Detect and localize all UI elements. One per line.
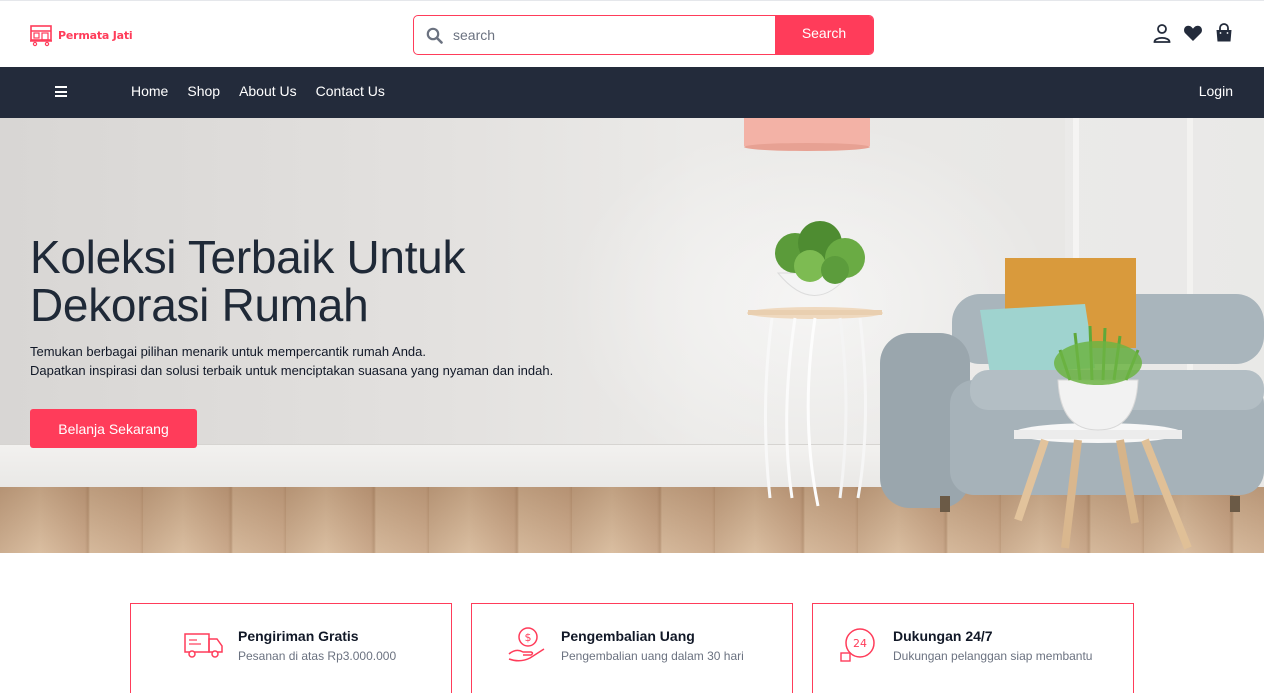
search-icon [426, 27, 443, 44]
login-link[interactable]: Login [1199, 83, 1233, 99]
features-row: Pengiriman Gratis Pesanan di atas Rp3.00… [130, 603, 1134, 693]
feature-card-free-shipping: Pengiriman Gratis Pesanan di atas Rp3.00… [130, 603, 452, 693]
feature-subtitle: Pengembalian uang dalam 30 hari [561, 649, 744, 663]
feature-title: Pengembalian Uang [561, 628, 695, 644]
search-input[interactable] [453, 27, 753, 43]
search-button[interactable]: Search [775, 16, 873, 54]
hero-description-line-2: Dapatkan inspirasi dan solusi terbaik un… [30, 363, 554, 378]
feature-subtitle: Pesanan di atas Rp3.000.000 [238, 649, 397, 663]
feature-subtitle: Dukungan pelanggan siap membantu [893, 649, 1093, 663]
search-field [414, 16, 775, 54]
brand-logo[interactable]: Permata Jati [29, 22, 133, 48]
feature-card-support: 24 Dukungan 24/7 Dukungan pelanggan siap… [812, 603, 1134, 693]
hero-description-line-1: Temukan berbagai pilihan menarik untuk m… [30, 344, 426, 359]
feature-title: Dukungan 24/7 [893, 628, 993, 644]
shopping-bag-icon[interactable] [1214, 23, 1234, 43]
support-24-icon: 24 [840, 628, 875, 662]
hero-title: Koleksi Terbaik Untuk Dekorasi Rumah [30, 233, 550, 329]
money-back-icon: $ [508, 627, 545, 662]
brand-name: Permata Jati [58, 28, 133, 42]
top-header: Permata Jati Search [0, 0, 1264, 67]
hero-banner: Koleksi Terbaik Untuk Dekorasi Rumah Tem… [0, 118, 1264, 553]
hero-title-line-1: Koleksi Terbaik Untuk [30, 231, 466, 283]
nav-link-home[interactable]: Home [131, 83, 168, 99]
delivery-truck-icon [184, 633, 223, 658]
main-navbar: Home Shop About Us Contact Us Login [0, 67, 1264, 118]
svg-text:24: 24 [853, 637, 867, 650]
feature-card-money-back: $ Pengembalian Uang Pengembalian uang da… [471, 603, 793, 693]
search-bar: Search [413, 15, 874, 55]
shop-now-button[interactable]: Belanja Sekarang [30, 409, 197, 448]
user-icon[interactable] [1152, 23, 1172, 43]
heart-icon[interactable] [1183, 23, 1203, 43]
nav-link-contact-us[interactable]: Contact Us [316, 83, 385, 99]
hero-description: Temukan berbagai pilihan menarik untuk m… [30, 342, 650, 380]
hero-title-line-2: Dekorasi Rumah [30, 279, 369, 331]
nav-link-about-us[interactable]: About Us [239, 83, 297, 99]
hamburger-icon[interactable] [55, 86, 67, 97]
nav-link-shop[interactable]: Shop [187, 83, 220, 99]
store-logo-icon [30, 25, 52, 47]
living-room-furniture-illustration [744, 118, 1264, 550]
nav-links: Home Shop About Us Contact Us [131, 83, 385, 99]
feature-title: Pengiriman Gratis [238, 628, 359, 644]
header-actions [1152, 23, 1234, 43]
svg-text:$: $ [525, 631, 532, 644]
